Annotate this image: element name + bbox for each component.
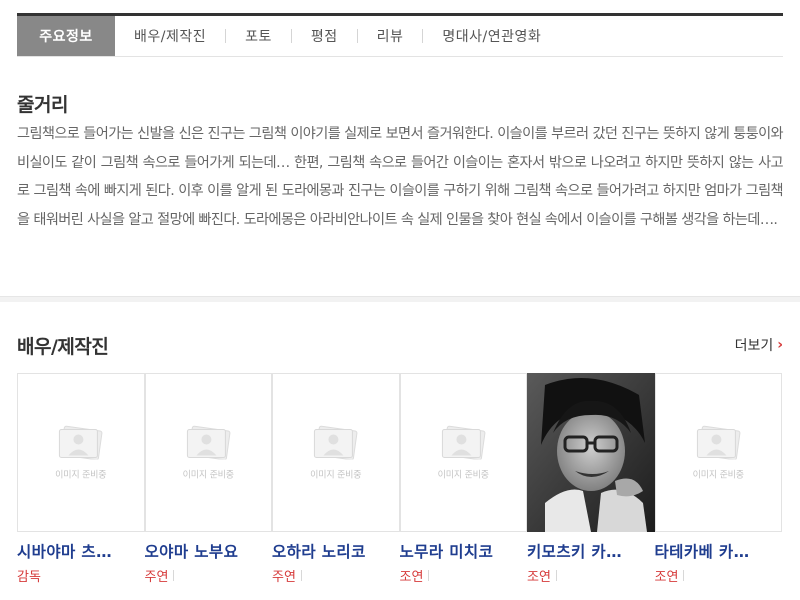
cast-photo[interactable]: 이미지 준비중 <box>272 373 400 532</box>
tab-label: 평점 <box>310 29 338 45</box>
cast-photo[interactable]: 이미지 준비중 <box>144 373 272 532</box>
cast-card[interactable]: 이미지 준비중 오하라 노리코 주연 <box>272 373 400 600</box>
image-placeholder: 이미지 준비중 <box>438 425 489 480</box>
cast-role: 조연 <box>655 566 783 585</box>
cast-name[interactable]: 오야마 노부요 <box>145 540 273 562</box>
section-divider <box>0 296 800 302</box>
role-label: 조연 <box>527 570 551 585</box>
chevron-right-icon: › <box>777 337 783 353</box>
role-separator <box>173 570 175 581</box>
tab-bar: 주요정보 배우/제작진 포토 평점 리뷰 명대사/연관영화 <box>17 13 783 57</box>
tab-label: 리뷰 <box>376 29 404 45</box>
cast-role: 주연 <box>145 566 273 585</box>
tab-label: 주요정보 <box>39 29 93 45</box>
cast-name[interactable]: 타테카베 카… <box>655 540 783 562</box>
tab-main-info[interactable]: 주요정보 <box>17 16 115 56</box>
cast-heading: 배우/제작진 <box>17 336 109 358</box>
role-separator <box>428 570 430 581</box>
image-placeholder: 이미지 준비중 <box>310 425 362 480</box>
role-separator <box>555 570 557 581</box>
placeholder-text: 이미지 준비중 <box>55 470 107 480</box>
tab-review[interactable]: 리뷰 <box>358 16 423 56</box>
cast-role: 조연 <box>527 566 655 585</box>
cast-photo[interactable]: 이미지 준비중 <box>399 373 527 532</box>
cast-card[interactable]: 이미지 준비중 타테카베 카… 조연 <box>654 373 783 600</box>
cast-card[interactable]: 이미지 준비중 오야마 노부요 주연 <box>144 373 273 600</box>
cast-name[interactable]: 노무라 미치코 <box>400 540 528 562</box>
cast-list: 이미지 준비중 시바야마 츠… 감독 이미지 준비중 오야마 노부요 주연 이미… <box>17 373 783 600</box>
tab-quotes-related[interactable]: 명대사/연관영화 <box>423 16 560 56</box>
role-separator <box>683 570 685 581</box>
tab-label: 배우/제작진 <box>134 29 207 45</box>
image-placeholder-icon <box>441 425 486 459</box>
more-link[interactable]: 더보기 › <box>735 335 783 355</box>
placeholder-text: 이미지 준비중 <box>437 470 489 480</box>
synopsis-heading: 줄거리 <box>17 94 68 116</box>
cast-card[interactable]: 키모츠키 카… 조연 <box>527 373 655 600</box>
image-placeholder: 이미지 준비중 <box>693 425 744 480</box>
person-photo <box>527 373 655 532</box>
role-label: 조연 <box>654 570 679 585</box>
role-separator <box>300 570 302 581</box>
cast-photo[interactable] <box>527 373 655 532</box>
image-placeholder-icon <box>314 425 358 459</box>
cast-role: 감독 <box>17 566 145 585</box>
cast-role: 주연 <box>272 566 400 585</box>
placeholder-text: 이미지 준비중 <box>182 470 234 480</box>
placeholder-text: 이미지 준비중 <box>692 470 744 480</box>
role-label: 주연 <box>144 570 169 585</box>
image-placeholder-icon <box>59 425 103 459</box>
cast-card[interactable]: 이미지 준비중 노무라 미치코 조연 <box>399 373 528 600</box>
tab-cast-crew[interactable]: 배우/제작진 <box>115 16 225 56</box>
cast-card[interactable]: 이미지 준비중 시바야마 츠… 감독 <box>17 373 145 600</box>
image-placeholder-icon <box>186 425 231 459</box>
role-label: 조연 <box>399 570 424 585</box>
more-label: 더보기 <box>734 338 774 354</box>
tab-rating[interactable]: 평점 <box>292 16 357 56</box>
tab-label: 포토 <box>245 29 272 45</box>
cast-name[interactable]: 키모츠키 카… <box>527 540 655 562</box>
tab-label: 명대사/연관영화 <box>442 29 542 45</box>
image-placeholder: 이미지 준비중 <box>183 425 234 480</box>
cast-name[interactable]: 오하라 노리코 <box>272 540 400 562</box>
image-placeholder-icon <box>696 425 741 459</box>
image-placeholder: 이미지 준비중 <box>55 425 107 480</box>
cast-photo[interactable]: 이미지 준비중 <box>17 373 145 532</box>
synopsis-text: 그림책으로 들어가는 신발을 신은 진구는 그림책 이야기를 실제로 보면서 즐… <box>17 126 784 228</box>
role-label: 주연 <box>272 570 296 585</box>
cast-photo[interactable]: 이미지 준비중 <box>654 373 782 532</box>
tab-photo[interactable]: 포토 <box>226 16 291 56</box>
role-label: 감독 <box>17 570 41 585</box>
cast-role: 조연 <box>400 566 528 585</box>
placeholder-text: 이미지 준비중 <box>310 470 362 480</box>
cast-name[interactable]: 시바야마 츠… <box>17 540 145 562</box>
